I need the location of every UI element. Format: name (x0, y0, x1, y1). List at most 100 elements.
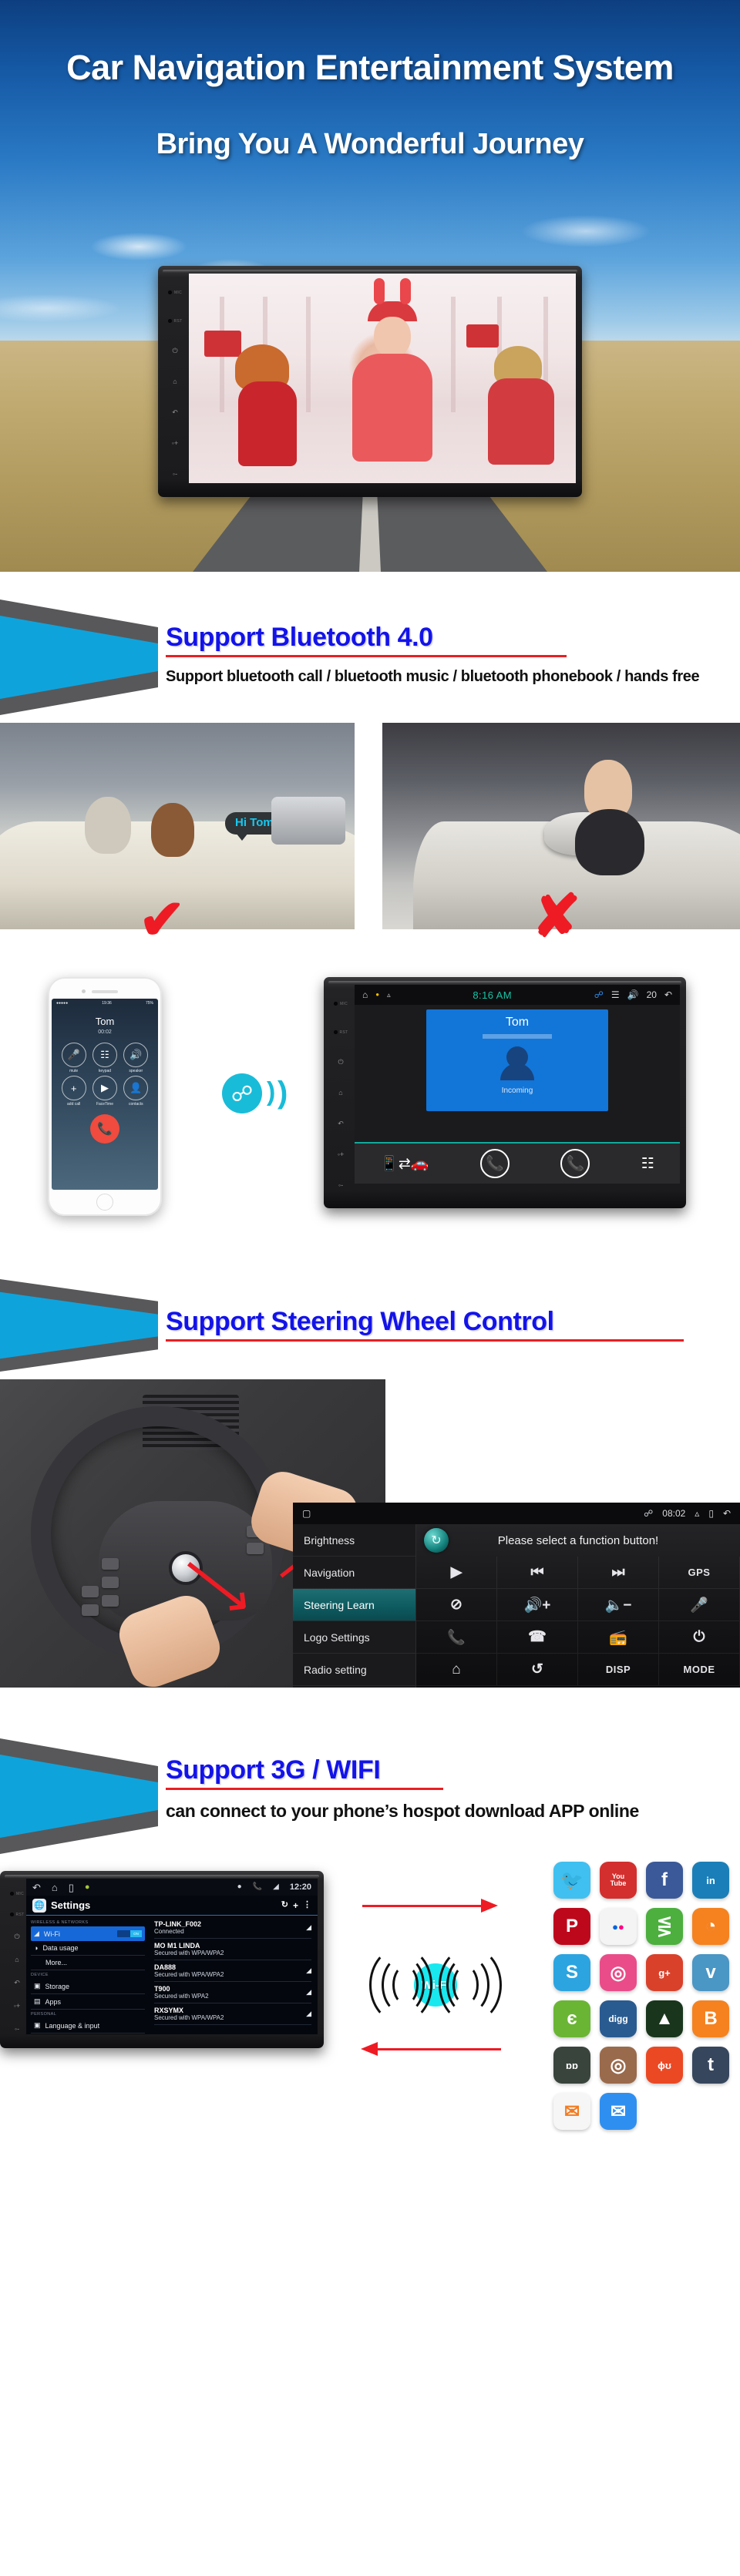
fn-power-icon[interactable]: ⏻ (659, 1621, 740, 1654)
speaker-button[interactable]: 🔊 speaker (123, 1043, 149, 1073)
vimeo-icon[interactable]: v (692, 1954, 729, 1991)
fn-next-track-icon[interactable]: ⏭ (578, 1557, 659, 1589)
answer-call-icon[interactable]: 📞 (479, 1149, 510, 1178)
plus-icon[interactable]: + (293, 1901, 298, 1910)
head-unit-screen[interactable]: ⌂ ▣ ☍ 08:04 ▵ ▯ ↶ (189, 274, 576, 483)
setting-item-more[interactable]: More... (31, 1956, 145, 1970)
fn-mode-button[interactable]: MODE (659, 1654, 740, 1686)
power-icon[interactable]: ⏻ (338, 1058, 343, 1066)
recents-icon[interactable]: ▯ (708, 1509, 714, 1518)
volume-up-icon[interactable]: ◦+ (172, 439, 178, 447)
overflow-icon[interactable]: ⋮ (303, 1901, 311, 1909)
fn-gps-button[interactable]: GPS (659, 1557, 740, 1589)
fn-previous-track-icon[interactable]: ⏮ (497, 1557, 578, 1589)
swc-button-1[interactable] (102, 1558, 119, 1570)
mute-button[interactable]: 🎤 mute (61, 1043, 86, 1073)
keypad-button[interactable]: ☷ keypad (92, 1043, 117, 1073)
home-button[interactable] (96, 1194, 113, 1211)
back-icon[interactable]: ▢ (302, 1509, 311, 1518)
setting-item-language-input[interactable]: ▣ Language & input (31, 2018, 145, 2034)
fn-answer-call-icon[interactable]: 📞 (416, 1621, 497, 1654)
swc-button-2[interactable] (102, 1577, 119, 1588)
menu-item-other-settings[interactable]: Other Settings (293, 1686, 415, 1688)
equalizer-icon[interactable]: ☰ (611, 990, 620, 999)
tumblr-icon[interactable]: t (692, 2047, 729, 2084)
email-blue-icon[interactable]: ✉ (600, 2093, 637, 2130)
refresh-icon[interactable]: ↻ (424, 1528, 449, 1553)
fn-disp-button[interactable]: DISP (578, 1654, 659, 1686)
back-icon[interactable]: ↶ (32, 1882, 41, 1893)
fn-home-icon[interactable]: ⌂ (416, 1654, 497, 1686)
volume-down-icon[interactable]: ◦- (338, 1181, 343, 1189)
fn-hangup-call-icon[interactable]: ☎ (497, 1621, 578, 1654)
network-row[interactable]: TP-LINK_F002 Connected ◢ (154, 1917, 311, 1939)
volume-up-icon[interactable]: ◦+ (338, 1150, 344, 1158)
youtube-icon[interactable]: You Tube (600, 1862, 637, 1899)
wifi-toggle[interactable]: ON (117, 1930, 142, 1937)
settings-head-unit[interactable]: ▢ ☍ 08:02 ▵ ▯ ↶ Brightness Navigation St… (293, 1503, 740, 1688)
return-icon[interactable]: ↶ (723, 1509, 731, 1518)
volume-down-icon[interactable]: ◦- (173, 470, 177, 478)
power-icon[interactable]: ⏻ (172, 347, 177, 354)
facetime-button[interactable]: ▶ FaceTime (92, 1076, 117, 1107)
swc-button-3[interactable] (102, 1595, 119, 1607)
menu-item-radio-setting[interactable]: Radio setting (293, 1654, 415, 1686)
home-icon[interactable]: ⌂ (362, 990, 368, 999)
fn-play-icon[interactable]: ▶ (416, 1557, 497, 1589)
volume-down-icon[interactable]: ◦- (15, 2025, 19, 2033)
home-icon[interactable]: ⌂ (15, 1956, 18, 1963)
recents-icon[interactable]: ▯ (69, 1882, 74, 1893)
deviantart-icon[interactable]: ɒɒ (553, 2047, 590, 2084)
menu-item-logo-settings[interactable]: Logo Settings (293, 1621, 415, 1654)
share-icon[interactable]: ⋚ (646, 1908, 683, 1945)
end-call-icon[interactable]: 📞 (90, 1114, 119, 1144)
swc-button-7[interactable] (247, 1543, 264, 1554)
evernote-icon[interactable]: є (553, 2000, 590, 2037)
swc-button-5[interactable] (82, 1604, 99, 1616)
menu-item-steering-learn[interactable]: Steering Learn (293, 1589, 415, 1621)
dialpad-icon[interactable]: ☷ (641, 1157, 654, 1171)
instagram-icon[interactable]: ◎ (600, 2047, 637, 2084)
fn-volume-up-icon[interactable]: 🔊+ (497, 1589, 578, 1621)
menu-item-navigation[interactable]: Navigation (293, 1557, 415, 1589)
settings-screen[interactable]: ↶ ⌂ ▯ ● ● 📞 ◢ 12:20 🌐 Settings ↻ + ⋮ WIR… (26, 1879, 318, 2034)
linkedin-icon[interactable]: in (692, 1862, 729, 1899)
google-plus-icon[interactable]: g+ (646, 1954, 683, 1991)
chevron-up-icon[interactable]: ▵ (695, 1509, 699, 1518)
call-screen[interactable]: ⌂ ● ▵ 8:16 AM ☍ ☰ 🔊 20 ↶ Tom Incoming 📱⇄… (355, 985, 680, 1184)
blogger-icon[interactable]: B (692, 2000, 729, 2037)
back-icon[interactable]: ↶ (338, 1120, 344, 1127)
forrst-icon[interactable]: ▲ (646, 2000, 683, 2037)
setting-item-data-usage[interactable]: ◑ Data usage (31, 1941, 145, 1956)
home-icon[interactable]: ⌂ (52, 1882, 58, 1893)
fn-volume-down-icon[interactable]: 🔈− (578, 1589, 659, 1621)
menu-item-brightness[interactable]: Brightness (293, 1524, 415, 1557)
skype-icon[interactable]: S (553, 1954, 590, 1991)
hangup-call-icon[interactable]: 📞 (560, 1149, 590, 1178)
stumbleupon-icon[interactable]: ɸʊ (646, 2047, 683, 2084)
network-row[interactable]: MO M1 LINDA Secured with WPA/WPA2 (154, 1939, 311, 1960)
setting-item-storage[interactable]: ▣ Storage (31, 1979, 145, 1994)
swc-button-4[interactable] (82, 1586, 99, 1597)
flickr-icon[interactable]: ● ● (600, 1908, 637, 1945)
fn-mute-icon[interactable]: ⊘ (416, 1589, 497, 1621)
digg-icon[interactable]: digg (600, 2000, 637, 2037)
contacts-button[interactable]: 👤 contacts (123, 1076, 149, 1107)
facebook-icon[interactable]: f (646, 1862, 683, 1899)
rss-icon[interactable]: ◔ (692, 1908, 729, 1945)
twitter-icon[interactable]: 🐦 (553, 1862, 590, 1899)
setting-item-wifi[interactable]: ◢ Wi-Fi ON (31, 1926, 145, 1941)
email-orange-icon[interactable]: ✉ (553, 2093, 590, 2130)
fn-radio-icon[interactable]: 📻 (578, 1621, 659, 1654)
back-icon[interactable]: ↶ (14, 1979, 20, 1987)
back-icon[interactable]: ↶ (664, 990, 672, 999)
dribbble-icon[interactable]: ◎ (600, 1954, 637, 1991)
setting-item-apps[interactable]: ▤ Apps (31, 1994, 145, 2010)
network-row[interactable]: T900 Secured with WPA2 ◢ (154, 1982, 311, 2003)
fn-back-icon[interactable]: ↺ (497, 1654, 578, 1686)
power-icon[interactable]: ⏻ (14, 1933, 19, 1940)
pinterest-icon[interactable]: P (553, 1908, 590, 1945)
phone-car-transfer-icon[interactable]: 📱⇄🚗 (380, 1157, 429, 1171)
back-icon[interactable]: ↶ (172, 408, 178, 416)
network-row[interactable]: DA888 Secured with WPA/WPA2 ◢ (154, 1960, 311, 1982)
